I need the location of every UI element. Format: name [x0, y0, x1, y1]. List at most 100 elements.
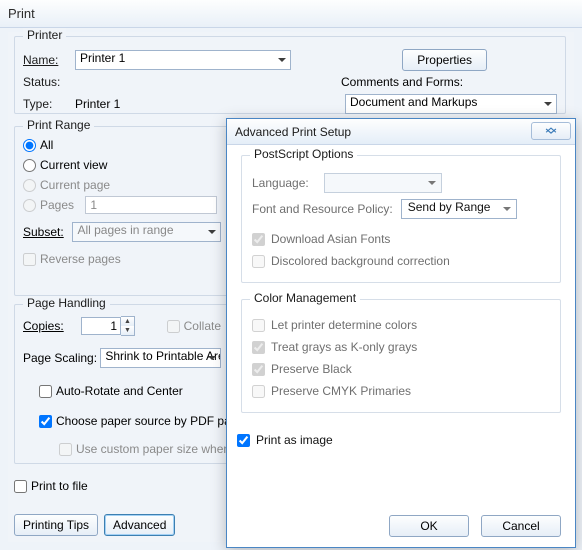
radio-all[interactable]: All — [23, 135, 221, 155]
spinner-arrows[interactable]: ▲▼ — [121, 316, 135, 336]
autorotate-checkbox-input[interactable] — [39, 385, 52, 398]
advanced-dialog: Advanced Print Setup PostScript Options … — [226, 118, 576, 548]
print-as-image-checkbox[interactable]: Print as image — [237, 429, 561, 451]
spinner-down-icon[interactable]: ▼ — [121, 326, 134, 335]
type-value: Printer 1 — [75, 97, 120, 111]
konly-input — [252, 341, 265, 354]
postscript-legend: PostScript Options — [250, 147, 357, 161]
close-icon — [544, 126, 558, 136]
download-asian-label: Download Asian Fonts — [271, 232, 390, 246]
subset-select[interactable]: All pages in range — [72, 222, 221, 242]
cancel-button[interactable]: Cancel — [481, 515, 561, 537]
reverse-checkbox-input — [23, 253, 36, 266]
scaling-value: Shrink to Printable Area — [105, 349, 221, 363]
advanced-buttons: OK Cancel — [389, 515, 561, 537]
collate-checkbox: Collate — [167, 316, 221, 336]
preserve-cmyk-input — [252, 385, 265, 398]
custom-paper-checkbox: Use custom paper size when needed — [59, 439, 221, 459]
discolored-label: Discolored background correction — [271, 254, 450, 268]
radio-current-page: Current page — [23, 175, 221, 195]
advanced-body: PostScript Options Language: Font and Re… — [227, 145, 575, 461]
radio-current-page-input — [23, 179, 36, 192]
autorotate-label: Auto-Rotate and Center — [56, 384, 183, 398]
page-handling-group: Page Handling Copies: ▲▼ Collate Page Sc… — [14, 304, 230, 464]
print-as-image-label: Print as image — [256, 433, 333, 447]
name-label: Name: — [23, 53, 75, 67]
radio-pages-input — [23, 199, 36, 212]
radio-pages-label: Pages — [40, 198, 74, 212]
print-range-group: Print Range All Current view Current pag… — [14, 126, 230, 296]
copies-label: Copies: — [23, 319, 81, 333]
ok-button[interactable]: OK — [389, 515, 469, 537]
policy-label: Font and Resource Policy: — [252, 202, 393, 216]
scaling-label: Page Scaling: — [23, 351, 100, 365]
preserve-cmyk-checkbox: Preserve CMYK Primaries — [252, 380, 550, 402]
printing-tips-button[interactable]: Printing Tips — [14, 514, 98, 536]
autorotate-checkbox[interactable]: Auto-Rotate and Center — [39, 381, 221, 401]
reverse-checkbox: Reverse pages — [23, 249, 221, 269]
printer-name-select[interactable]: Printer 1 — [75, 50, 291, 70]
radio-current-view-input[interactable] — [23, 159, 36, 172]
custom-paper-checkbox-input — [59, 443, 72, 456]
choose-paper-checkbox[interactable]: Choose paper source by PDF page size — [39, 411, 221, 431]
preserve-cmyk-label: Preserve CMYK Primaries — [271, 384, 411, 398]
policy-select[interactable]: Send by Range — [401, 199, 517, 219]
properties-button[interactable]: Properties — [402, 49, 487, 71]
policy-value: Send by Range — [408, 200, 491, 214]
comments-forms-select[interactable]: Document and Markups — [345, 94, 557, 114]
print-range-legend: Print Range — [23, 118, 94, 132]
type-label: Type: — [23, 97, 75, 111]
pages-input — [85, 196, 217, 214]
language-select — [324, 173, 442, 193]
konly-checkbox: Treat grays as K-only grays — [252, 336, 550, 358]
spinner-up-icon[interactable]: ▲ — [121, 317, 134, 326]
download-asian-checkbox: Download Asian Fonts — [252, 228, 550, 250]
radio-pages: Pages — [23, 195, 221, 215]
page-handling-legend: Page Handling — [23, 296, 110, 310]
advanced-title-text: Advanced Print Setup — [235, 125, 351, 139]
radio-all-label: All — [40, 138, 53, 152]
close-button[interactable] — [531, 122, 571, 140]
subset-label: Subset: — [23, 225, 72, 239]
choose-paper-checkbox-input[interactable] — [39, 415, 52, 428]
collate-checkbox-input — [167, 320, 180, 333]
printer-legend: Printer — [23, 28, 66, 42]
comments-forms-label: Comments and Forms: — [341, 75, 557, 89]
print-as-image-input[interactable] — [237, 434, 250, 447]
preserve-black-label: Preserve Black — [271, 362, 352, 376]
discolored-checkbox: Discolored background correction — [252, 250, 550, 272]
copies-input[interactable] — [81, 317, 121, 335]
preserve-black-checkbox: Preserve Black — [252, 358, 550, 380]
preserve-black-input — [252, 363, 265, 376]
postscript-group: PostScript Options Language: Font and Re… — [241, 155, 561, 283]
radio-current-view-label: Current view — [40, 158, 107, 172]
print-to-file-input[interactable] — [14, 480, 27, 493]
radio-current-view[interactable]: Current view — [23, 155, 221, 175]
status-label: Status: — [23, 75, 75, 89]
download-asian-input — [252, 233, 265, 246]
copies-spinner[interactable]: ▲▼ — [81, 316, 135, 336]
printer-name-value: Printer 1 — [80, 51, 125, 65]
color-mgmt-group: Color Management Let printer determine c… — [241, 299, 561, 413]
print-to-file-checkbox[interactable]: Print to file — [14, 476, 88, 496]
radio-current-page-label: Current page — [40, 178, 110, 192]
discolored-input — [252, 255, 265, 268]
konly-label: Treat grays as K-only grays — [271, 340, 417, 354]
scaling-select[interactable]: Shrink to Printable Area — [100, 348, 221, 368]
reverse-label: Reverse pages — [40, 252, 121, 266]
let-printer-label: Let printer determine colors — [271, 318, 417, 332]
advanced-title: Advanced Print Setup — [227, 119, 575, 145]
print-to-file-label: Print to file — [31, 479, 88, 493]
radio-all-input[interactable] — [23, 139, 36, 152]
collate-label: Collate — [184, 319, 221, 333]
let-printer-checkbox: Let printer determine colors — [252, 314, 550, 336]
color-mgmt-legend: Color Management — [250, 291, 360, 305]
bottom-buttons: Printing Tips Advanced — [14, 514, 175, 536]
advanced-button[interactable]: Advanced — [104, 514, 175, 536]
language-label: Language: — [252, 176, 316, 190]
dialog-title: Print — [0, 0, 582, 28]
subset-value: All pages in range — [77, 223, 173, 237]
let-printer-input — [252, 319, 265, 332]
comments-forms-value: Document and Markups — [350, 95, 477, 109]
printer-group: Printer Name: Printer 1 Properties Statu… — [14, 36, 566, 114]
